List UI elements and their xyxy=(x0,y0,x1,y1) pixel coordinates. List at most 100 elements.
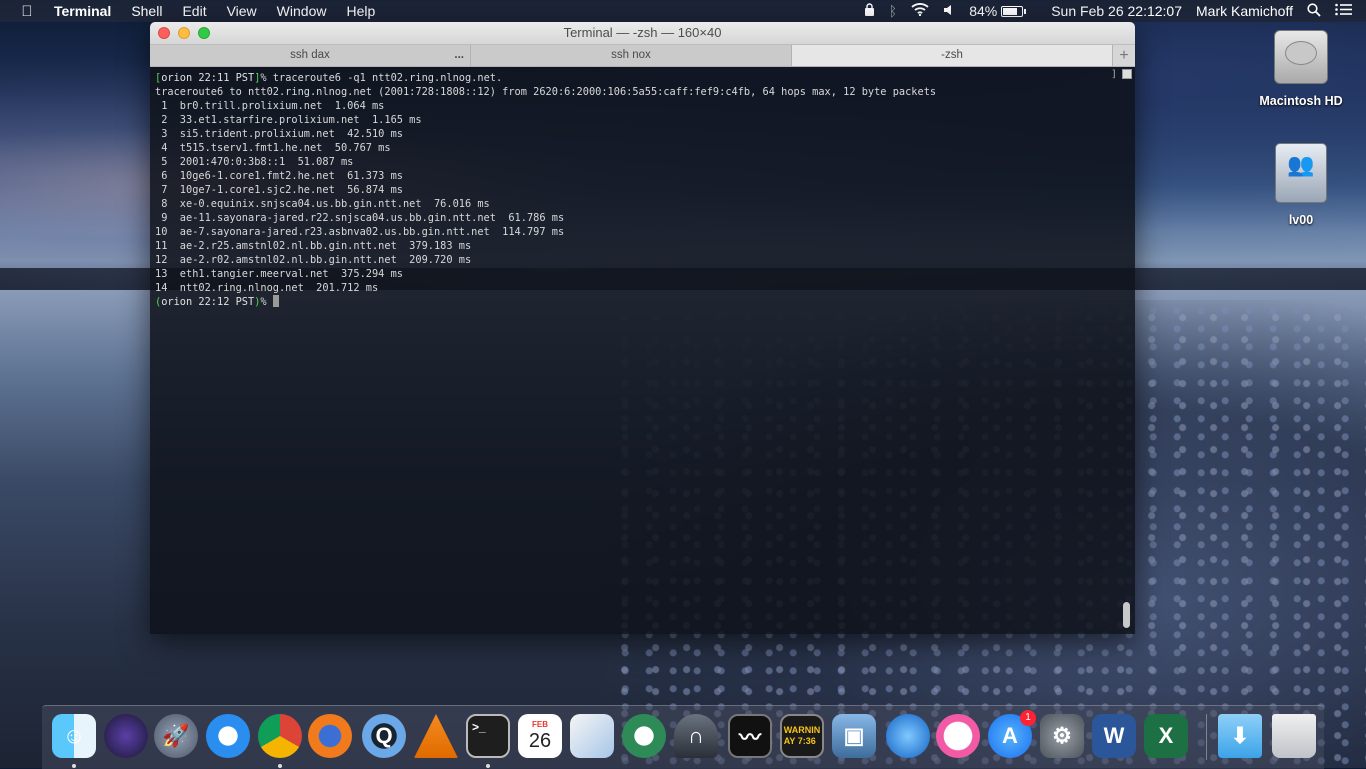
safari-icon[interactable]: ✦ xyxy=(206,714,250,758)
scroll-marker: ] xyxy=(1110,69,1117,80)
dock: ☺ 🚀 ✦ Q >_ FEB 26 ∩ 〰 WARNIN AY 7:36 ▣ ♫ A 1 ⚙ W X ⬇ xyxy=(42,705,1324,769)
minimize-button[interactable] xyxy=(178,27,190,39)
traceroute-hop: 11 ae-2.r25.amstnl02.nl.bb.gin.ntt.net 3… xyxy=(155,240,472,252)
menu-window[interactable]: Window xyxy=(277,3,327,19)
terminal-content[interactable]: [orion 22:11 PST]% traceroute6 -q1 ntt02… xyxy=(150,67,1135,634)
tab-ssh-nox[interactable]: ssh nox xyxy=(471,45,792,66)
traceroute-hop: 5 2001:470:0:3b8::1 51.087 ms xyxy=(155,156,354,168)
traceroute-hop: 8 xe-0.equinix.snjsca04.us.bb.gin.ntt.ne… xyxy=(155,198,490,210)
traceroute-hop: 12 ae-2.r02.amstnl02.nl.bb.gin.ntt.net 2… xyxy=(155,254,472,266)
traceroute-hop: 3 si5.trident.prolixium.net 42.510 ms xyxy=(155,128,403,140)
window-controls xyxy=(158,27,218,39)
menu-shell[interactable]: Shell xyxy=(131,3,162,19)
desktop-icon-label: Macintosh HD xyxy=(1259,94,1343,108)
finder-icon[interactable]: ☺ xyxy=(52,714,96,758)
dock-separator xyxy=(1206,714,1207,760)
tab-zsh[interactable]: -zsh xyxy=(792,45,1113,66)
bluetooth-icon[interactable]: ᛒ xyxy=(889,3,897,19)
chrome-icon[interactable] xyxy=(258,714,302,758)
downloads-folder-icon[interactable]: ⬇ xyxy=(1218,714,1262,758)
notification-center-icon[interactable] xyxy=(1335,3,1352,19)
system-preferences-icon[interactable]: ⚙ xyxy=(1040,714,1084,758)
traceroute-hop: 6 10ge6-1.core1.fmt2.he.net 61.373 ms xyxy=(155,170,403,182)
scrollbar-thumb[interactable] xyxy=(1123,602,1130,628)
app-store-icon[interactable]: A1 xyxy=(988,710,1036,758)
terminal-icon[interactable]: >_ xyxy=(466,714,510,758)
scrollbar-button[interactable] xyxy=(1122,69,1132,79)
network-icon[interactable] xyxy=(622,714,666,758)
desktop-icon-label: lv00 xyxy=(1288,213,1314,227)
hard-drive-icon xyxy=(1274,30,1328,84)
menu-edit[interactable]: Edit xyxy=(182,3,206,19)
iphoto-icon[interactable]: ▣ xyxy=(832,714,876,758)
clock[interactable]: Sun Feb 26 22:12:07 xyxy=(1051,3,1182,19)
tab-ssh-dax[interactable]: ssh dax ... xyxy=(150,45,471,66)
itunes-icon[interactable]: ♫ xyxy=(936,714,980,758)
traceroute-hop: 7 10ge7-1.core1.sjc2.he.net 56.874 ms xyxy=(155,184,403,196)
word-icon[interactable]: W xyxy=(1092,714,1136,758)
tab-label: ssh dax xyxy=(290,49,330,61)
menu-extras: ᛒ 84% Sun Feb 26 22:12:07 Mark Kamichoff xyxy=(864,0,1366,22)
battery-icon[interactable] xyxy=(1001,5,1027,17)
preview-icon[interactable] xyxy=(570,714,614,758)
traceroute-hop: 10 ae-7.sayonara-jared.r23.asbnva02.us.b… xyxy=(155,226,565,238)
scrollbar[interactable] xyxy=(1122,69,1132,632)
cyberduck-icon[interactable] xyxy=(886,714,930,758)
window-title-bar[interactable]: Terminal — -zsh — 160×40 xyxy=(150,22,1135,44)
zoom-button[interactable] xyxy=(198,27,210,39)
prompt-host-time: orion 22:12 PST xyxy=(161,296,255,308)
desktop-icon-macintosh-hd[interactable]: Macintosh HD xyxy=(1246,30,1356,108)
running-indicator xyxy=(486,764,490,768)
new-tab-button[interactable]: + xyxy=(1113,45,1135,66)
traceroute-hop: 13 eth1.tangier.meerval.net 375.294 ms xyxy=(155,268,403,280)
traceroute-hop: 1 br0.trill.prolixium.net 1.064 ms xyxy=(155,100,385,112)
shell-prompt-current: (orion 22:12 PST)% xyxy=(155,295,936,309)
calendar-day: 26 xyxy=(528,730,552,752)
activity-monitor-icon[interactable]: 〰 xyxy=(728,714,772,758)
running-indicator xyxy=(278,764,282,768)
close-button[interactable] xyxy=(158,27,170,39)
volume-icon[interactable] xyxy=(943,3,955,19)
tab-bar: ssh dax ... ssh nox -zsh + xyxy=(150,44,1135,67)
terminal-output: [orion 22:11 PST]% traceroute6 -q1 ntt02… xyxy=(155,71,936,309)
window-title: Terminal — -zsh — 160×40 xyxy=(563,25,722,40)
traceroute-header: traceroute6 to ntt02.ring.nlnog.net (200… xyxy=(155,86,937,98)
tab-label: ssh nox xyxy=(611,49,651,61)
lock-icon[interactable] xyxy=(864,3,875,19)
running-indicator xyxy=(72,764,76,768)
spotlight-search-icon[interactable] xyxy=(1307,2,1321,20)
launchpad-icon[interactable]: 🚀 xyxy=(154,714,198,758)
console-icon[interactable]: WARNIN AY 7:36 xyxy=(780,714,824,758)
battery-fill xyxy=(1003,7,1018,15)
apple-menu-icon[interactable]:  xyxy=(18,3,36,20)
traceroute-hop: 4 t515.tserv1.fmt1.he.net 50.767 ms xyxy=(155,142,391,154)
traceroute-hop: 9 ae-11.sayonara-jared.r22.snjsca04.us.b… xyxy=(155,212,565,224)
shell-prompt-line: [orion 22:11 PST]% traceroute6 -q1 ntt02… xyxy=(155,71,936,85)
notification-badge: 1 xyxy=(1020,710,1036,726)
traceroute-hops: 1 br0.trill.prolixium.net 1.064 ms 2 33.… xyxy=(155,99,936,295)
vpn-icon[interactable]: ∩ xyxy=(674,714,718,758)
menu-app-terminal[interactable]: Terminal xyxy=(54,3,111,19)
traceroute-hop: 2 33.et1.starfire.prolixium.net 1.165 ms xyxy=(155,114,422,126)
vlc-icon[interactable] xyxy=(414,714,458,758)
battery-percent[interactable]: 84% xyxy=(969,3,997,19)
excel-icon[interactable]: X xyxy=(1144,714,1188,758)
prompt-symbol: % xyxy=(260,296,267,308)
user-name[interactable]: Mark Kamichoff xyxy=(1196,3,1293,19)
calendar-month: FEB xyxy=(532,720,548,729)
command-text: traceroute6 -q1 ntt02.ring.nlnog.net. xyxy=(266,72,503,84)
trash-icon[interactable] xyxy=(1272,714,1316,758)
siri-icon[interactable] xyxy=(104,714,148,758)
tab-label: -zsh xyxy=(941,49,963,61)
menu-help[interactable]: Help xyxy=(346,3,375,19)
menu-view[interactable]: View xyxy=(227,3,257,19)
wifi-icon[interactable] xyxy=(911,3,929,19)
quicktime-icon[interactable]: Q xyxy=(362,714,406,758)
tab-overflow-indicator: ... xyxy=(454,49,464,61)
firefox-icon[interactable] xyxy=(308,714,352,758)
desktop-icon-lv00[interactable]: 👥 lv00 xyxy=(1246,143,1356,227)
usb-drive-icon: 👥 xyxy=(1275,143,1327,203)
prompt-host-time: orion 22:11 PST xyxy=(161,72,255,84)
calendar-icon[interactable]: FEB 26 xyxy=(518,714,562,758)
terminal-window[interactable]: Terminal — -zsh — 160×40 ssh dax ... ssh… xyxy=(150,22,1135,634)
